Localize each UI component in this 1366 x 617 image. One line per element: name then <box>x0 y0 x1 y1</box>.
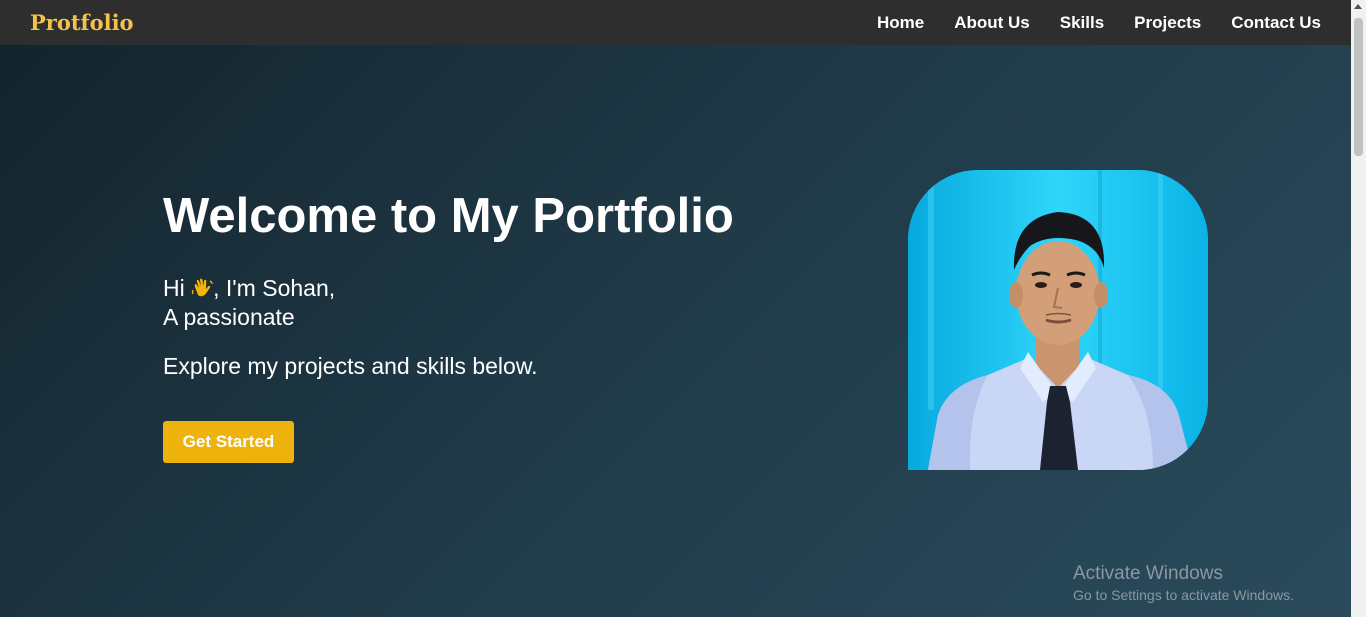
activate-windows-watermark: Activate Windows Go to Settings to activ… <box>1073 563 1294 605</box>
nav-link-contact-us[interactable]: Contact Us <box>1231 13 1321 33</box>
watermark-title: Activate Windows <box>1073 563 1223 584</box>
profile-photo <box>908 170 1208 470</box>
watermark-subtitle: Go to Settings to activate Windows. <box>1073 587 1294 603</box>
greeting-suffix: , I'm Sohan, <box>213 275 336 301</box>
explore-text: Explore my projects and skills below. <box>163 353 538 379</box>
hero-section: Welcome to My Portfolio Hi , I'm Sohan, … <box>0 45 1351 617</box>
nav-link-projects[interactable]: Projects <box>1134 13 1201 33</box>
nav-link-about-us[interactable]: About Us <box>954 13 1030 33</box>
waving-hand-icon <box>191 278 213 297</box>
navbar: Protfolio Home About Us Skills Projects … <box>0 0 1351 45</box>
brand-logo[interactable]: Protfolio <box>30 10 134 35</box>
scrollbar-thumb[interactable] <box>1354 18 1363 156</box>
greeting-line: Hi , I'm Sohan, <box>163 274 335 303</box>
vertical-scrollbar[interactable] <box>1351 0 1366 617</box>
nav-link-skills[interactable]: Skills <box>1060 13 1104 33</box>
hero-title: Welcome to My Portfolio <box>163 189 734 243</box>
tagline: A passionate <box>163 304 295 330</box>
nav-links: Home About Us Skills Projects Contact Us <box>877 13 1321 33</box>
nav-link-home[interactable]: Home <box>877 13 924 33</box>
greeting-prefix: Hi <box>163 275 192 301</box>
get-started-button[interactable]: Get Started <box>163 421 294 463</box>
profile-photo-illustration <box>908 170 1208 470</box>
greeting: Hi , I'm Sohan, A passionate <box>163 274 335 332</box>
scroll-up-arrow-icon[interactable] <box>1354 4 1362 9</box>
